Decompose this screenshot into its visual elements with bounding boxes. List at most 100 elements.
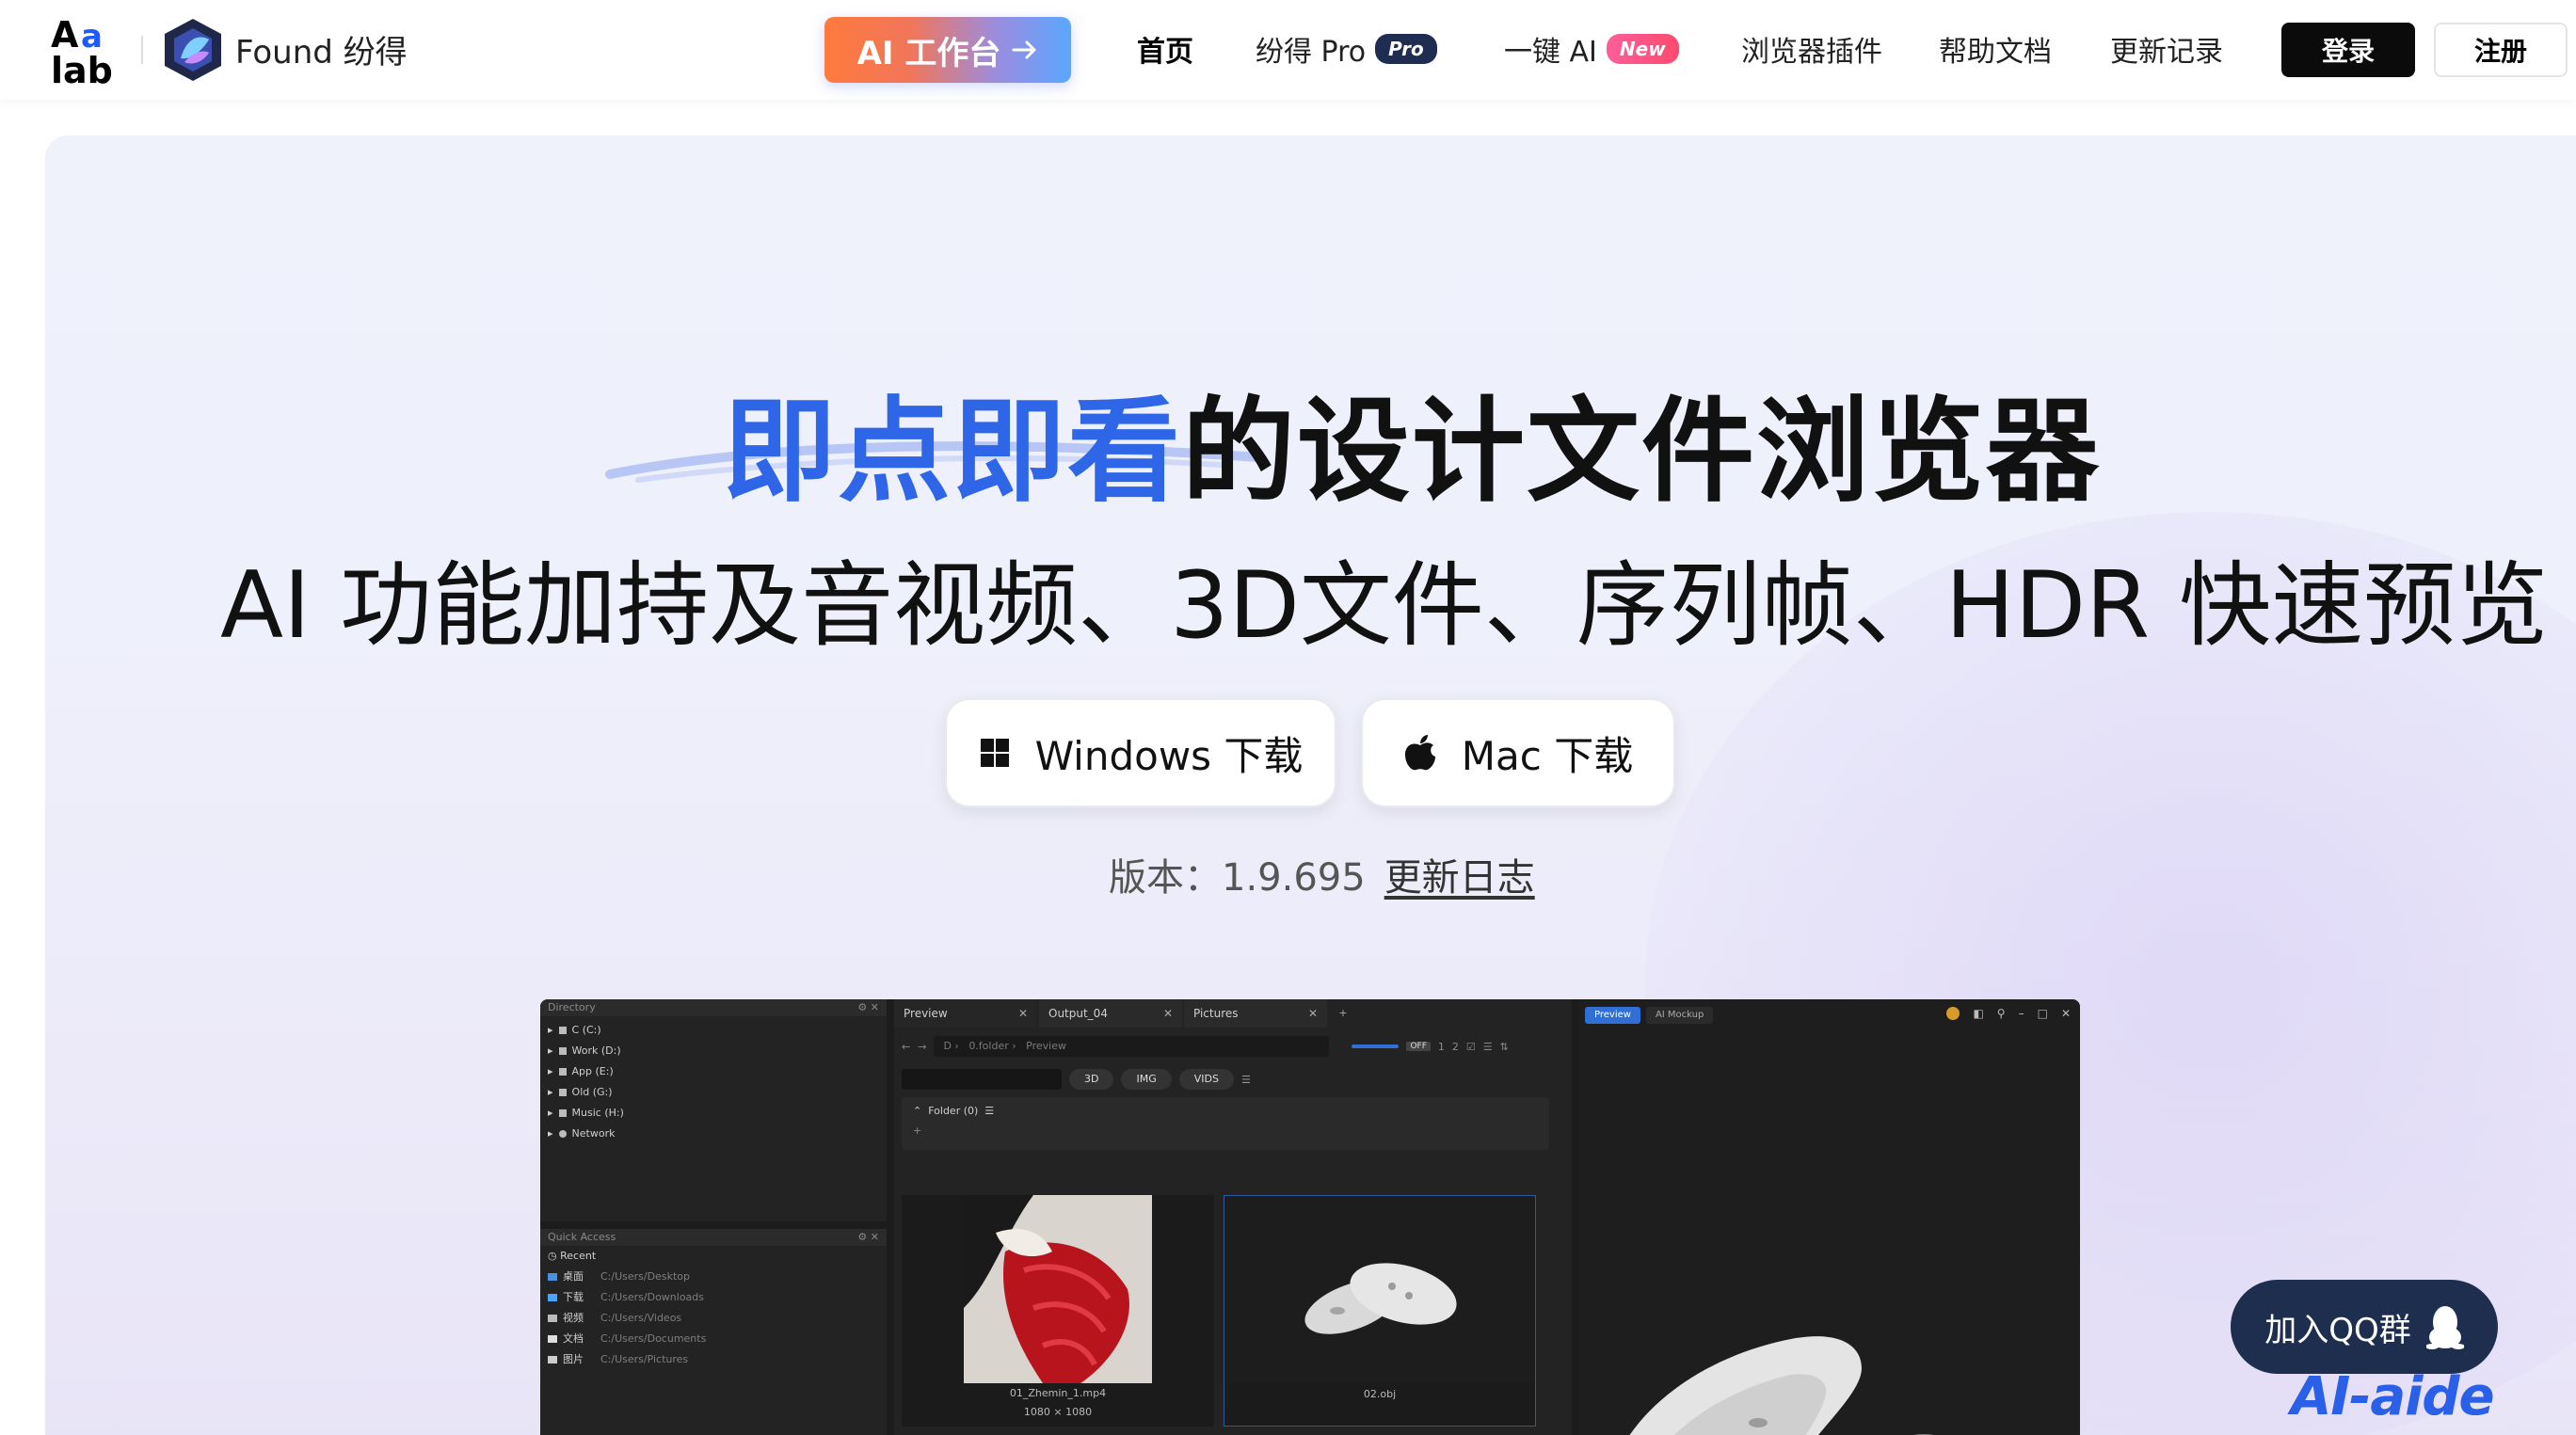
- nav-changelog-label: 更新记录: [2110, 36, 2223, 69]
- quick-access-title: Quick Access: [548, 1231, 616, 1243]
- qa-name: 下载: [563, 1291, 584, 1303]
- address-bar: ← → D › 0.folder › Preview OFF 1 2 ☑ ☰ ⇅: [894, 1033, 1572, 1060]
- windows-icon: [980, 739, 1009, 767]
- filter-bar: 3D IMG VIDS ☰: [902, 1067, 1251, 1092]
- pro-badge: Pro: [1375, 34, 1437, 64]
- qa-path: C:/Users/Downloads: [600, 1291, 705, 1303]
- tab-label: Preview: [904, 1007, 948, 1020]
- tree-item-old[interactable]: ▸ Old (G:): [540, 1082, 887, 1103]
- drive-icon: [558, 1047, 567, 1055]
- filter-search-input[interactable]: [902, 1069, 1062, 1090]
- tree-item-network[interactable]: ▸ Network: [540, 1124, 887, 1144]
- qa-item-desktop[interactable]: 桌面 C:/Users/Desktop: [540, 1267, 887, 1287]
- checkbox-icon[interactable]: ☑: [1466, 1041, 1476, 1053]
- nav-pro[interactable]: 纷得 Pro Pro: [1256, 28, 1437, 70]
- nav-changelog[interactable]: 更新记录: [2110, 28, 2223, 70]
- mouse-3d-thumbnail: [1224, 1196, 1535, 1384]
- tab-pictures[interactable]: Pictures ✕: [1184, 999, 1327, 1028]
- toggle-off[interactable]: OFF: [1406, 1042, 1431, 1051]
- mac-download-button[interactable]: Mac 下载: [1361, 698, 1675, 807]
- drive-icon: [558, 1089, 567, 1096]
- picture-icon: [548, 1356, 557, 1363]
- close-icon[interactable]: ✕: [1018, 999, 1028, 1028]
- mouse-3d-preview: [1629, 1336, 1933, 1435]
- folder-group[interactable]: ⌃ Folder (0) ☰ +: [902, 1097, 1549, 1150]
- ai-workbench-label: AI 工作台: [856, 34, 1001, 72]
- zoom-slider[interactable]: [1352, 1044, 1400, 1048]
- thumb-3d-object[interactable]: 02.obj: [1224, 1195, 1536, 1427]
- file-browser-pane: Preview ✕ Output_04 ✕ Pictures ✕ + ← → D › …: [894, 999, 1572, 1435]
- close-icon[interactable]: ✕: [1308, 999, 1318, 1028]
- hero-title-rest: 的设计文件浏览器: [1182, 387, 2101, 518]
- qa-item-downloads[interactable]: 下载 C:/Users/Downloads: [540, 1287, 887, 1308]
- found-logo-icon[interactable]: [162, 17, 224, 83]
- network-icon: [558, 1130, 567, 1138]
- directory-header: Directory ⚙ ✕: [540, 999, 887, 1016]
- version-label: 版本：1.9.695: [1109, 856, 1366, 900]
- close-icon[interactable]: ✕: [1163, 999, 1173, 1028]
- qa-path: C:/Users/Pictures: [600, 1353, 689, 1365]
- top-navbar: A a lab Found 纷得 AI 工作台 首页 纷得 Pro Pro 一键…: [0, 0, 2576, 100]
- toggle-value-2[interactable]: 2: [1452, 1041, 1459, 1053]
- qa-item-pictures[interactable]: 图片 C:/Users/Pictures: [540, 1349, 887, 1370]
- qa-item-documents[interactable]: 文档 C:/Users/Documents: [540, 1329, 887, 1349]
- toggle-value-1[interactable]: 1: [1438, 1041, 1445, 1053]
- pane-tools-icon[interactable]: ⚙ ✕: [857, 999, 879, 1016]
- back-icon[interactable]: ←: [902, 1041, 910, 1053]
- tab-output[interactable]: Output_04 ✕: [1039, 999, 1182, 1028]
- nav-one-click-ai-label: 一键 AI: [1504, 36, 1597, 69]
- nav-browser-plugin[interactable]: 浏览器插件: [1741, 28, 1882, 70]
- register-button[interactable]: 注册: [2434, 23, 2568, 77]
- tree-item-label: Old (G:): [571, 1086, 613, 1098]
- tab-label: Output_04: [1048, 1007, 1108, 1020]
- recent-item[interactable]: ◷ Recent: [540, 1246, 887, 1267]
- sort-icon[interactable]: ⇅: [1500, 1041, 1509, 1053]
- nav-one-click-ai[interactable]: 一键 AI New: [1504, 28, 1679, 70]
- tree-item-music[interactable]: ▸ Music (H:): [540, 1103, 887, 1124]
- qa-item-videos[interactable]: 视频 C:/Users/Videos: [540, 1308, 887, 1329]
- nav-help-docs[interactable]: 帮助文档: [1939, 28, 2052, 70]
- add-tab-icon[interactable]: +: [1329, 999, 1357, 1028]
- ai-aide-watermark: AI-aide: [2291, 1366, 2494, 1427]
- preview-pane: Preview AI Mockup ◧ ⚲ – □ ✕: [1579, 999, 2080, 1435]
- video-thumbnail: [902, 1195, 1214, 1383]
- login-button[interactable]: 登录: [2281, 23, 2415, 77]
- apple-icon: [1404, 735, 1435, 771]
- nav-browser-plugin-label: 浏览器插件: [1741, 36, 1882, 69]
- changelog-link[interactable]: 更新日志: [1384, 856, 1535, 900]
- add-folder-icon[interactable]: +: [913, 1124, 1538, 1137]
- video-icon: [548, 1315, 557, 1322]
- qa-path: C:/Users/Documents: [600, 1332, 707, 1345]
- hero-subtitle: AI 功能加持及音视频、3D文件、序列帧、HDR 快速预览: [220, 552, 2549, 660]
- brand-name[interactable]: Found 纷得: [235, 26, 408, 72]
- nav-help-docs-label: 帮助文档: [1939, 36, 2052, 69]
- tree-item-app[interactable]: ▸ App (E:): [540, 1061, 887, 1082]
- tree-item-c[interactable]: ▸ C (C:): [540, 1020, 887, 1041]
- thumb-video[interactable]: 01_Zhemin_1.mp4 1080 × 1080: [902, 1195, 1214, 1427]
- ai-workbench-button[interactable]: AI 工作台: [824, 17, 1071, 83]
- filter-vids[interactable]: VIDS: [1178, 1069, 1234, 1090]
- arrow-right-icon: [1012, 40, 1036, 59]
- pane-tools-icon[interactable]: ⚙ ✕: [857, 1229, 879, 1246]
- mac-download-label: Mac 下载: [1461, 732, 1634, 779]
- tab-preview[interactable]: Preview ✕: [894, 999, 1037, 1028]
- nav-home[interactable]: 首页: [1137, 28, 1193, 70]
- filter-menu-icon[interactable]: ☰: [1241, 1074, 1251, 1086]
- list-icon[interactable]: ☰: [1483, 1041, 1493, 1053]
- forward-icon[interactable]: →: [918, 1041, 926, 1053]
- filter-img[interactable]: IMG: [1121, 1069, 1172, 1090]
- windows-download-button[interactable]: Windows 下载: [945, 698, 1336, 807]
- nav-pro-label: 纷得 Pro: [1256, 36, 1367, 69]
- desktop-icon: [548, 1273, 557, 1281]
- tree-item-label: Music (H:): [571, 1107, 624, 1119]
- filter-3d[interactable]: 3D: [1069, 1069, 1114, 1090]
- header-divider: [141, 36, 143, 64]
- path-field[interactable]: D › 0.folder › Preview: [934, 1036, 1330, 1057]
- ai-lab-logo[interactable]: A a lab: [51, 14, 119, 91]
- nav-home-label: 首页: [1137, 36, 1193, 69]
- join-qq-group-button[interactable]: 加入QQ群: [2231, 1280, 2498, 1374]
- download-icon: [548, 1294, 557, 1301]
- tree-item-label: Work (D:): [571, 1044, 621, 1057]
- tree-item-work[interactable]: ▸ Work (D:): [540, 1041, 887, 1061]
- drive-icon: [558, 1027, 567, 1034]
